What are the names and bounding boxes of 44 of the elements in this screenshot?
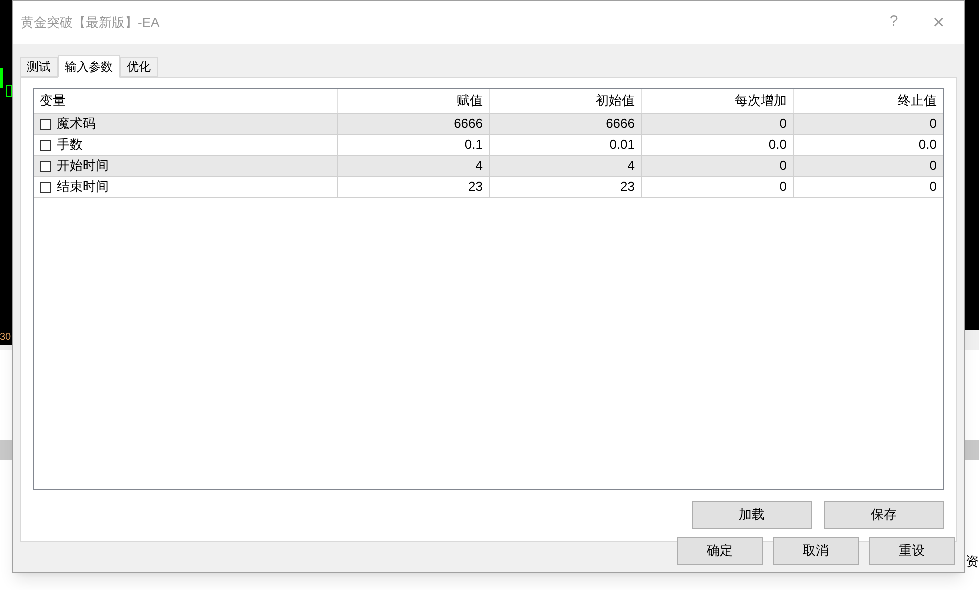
column-header[interactable]: 变量 (34, 89, 337, 113)
column-header[interactable]: 每次增加 (641, 89, 793, 113)
column-header[interactable]: 初始值 (489, 89, 641, 113)
checkbox[interactable] (40, 182, 51, 192)
checkbox[interactable] (40, 118, 51, 130)
variable-name: 魔术码 (57, 115, 96, 134)
tab[interactable]: 输入参数 (58, 55, 120, 78)
table-cell: 6666 (489, 114, 641, 134)
dialog-button[interactable]: 加载 (692, 501, 812, 529)
table-cell: 0 (641, 114, 793, 134)
table-cell: 23 (489, 177, 641, 197)
table-row[interactable]: 开始时间 4 4 0 0 (34, 156, 943, 177)
tab[interactable]: 优化 (120, 57, 158, 77)
table-cell: 23 (337, 177, 489, 197)
panel-label: 资 (966, 554, 979, 569)
table-cell: 0.01 (489, 135, 641, 155)
table-row[interactable]: 手数 0.1 0.01 0.0 0.0 (34, 135, 943, 156)
axis-label: 30 (0, 332, 12, 342)
tab[interactable]: 测试 (20, 57, 58, 77)
table-cell: 0.0 (641, 135, 793, 155)
variable-name: 结束时间 (57, 178, 109, 196)
table-cell: 4 (337, 156, 489, 176)
table-cell: 0.0 (793, 135, 943, 155)
window-title: 黄金突破【最新版】-EA (21, 14, 160, 32)
dialog-button[interactable]: 取消 (773, 537, 859, 565)
table-cell: 4 (489, 156, 641, 176)
dialog-button[interactable]: 保存 (824, 501, 944, 529)
variable-name: 手数 (57, 136, 83, 154)
column-header[interactable]: 终止值 (793, 89, 943, 113)
table-cell: 0 (793, 156, 943, 176)
table-cell: 0 (793, 177, 943, 197)
dialog-button[interactable]: 确定 (677, 537, 763, 565)
table-row[interactable]: 结束时间 23 23 0 0 (34, 177, 943, 198)
table-cell: 0.1 (337, 135, 489, 155)
table-cell: 0 (793, 114, 943, 134)
checkbox[interactable] (40, 140, 51, 150)
table-row[interactable]: 魔术码 6666 6666 0 0 (34, 114, 943, 135)
table-cell: 0 (641, 177, 793, 197)
checkbox[interactable] (40, 160, 51, 172)
dialog-button[interactable]: 重设 (869, 537, 955, 565)
table-cell: 6666 (337, 114, 489, 134)
variable-name: 开始时间 (57, 157, 109, 176)
table-cell: 0 (641, 156, 793, 176)
column-header[interactable]: 赋值 (337, 89, 489, 113)
